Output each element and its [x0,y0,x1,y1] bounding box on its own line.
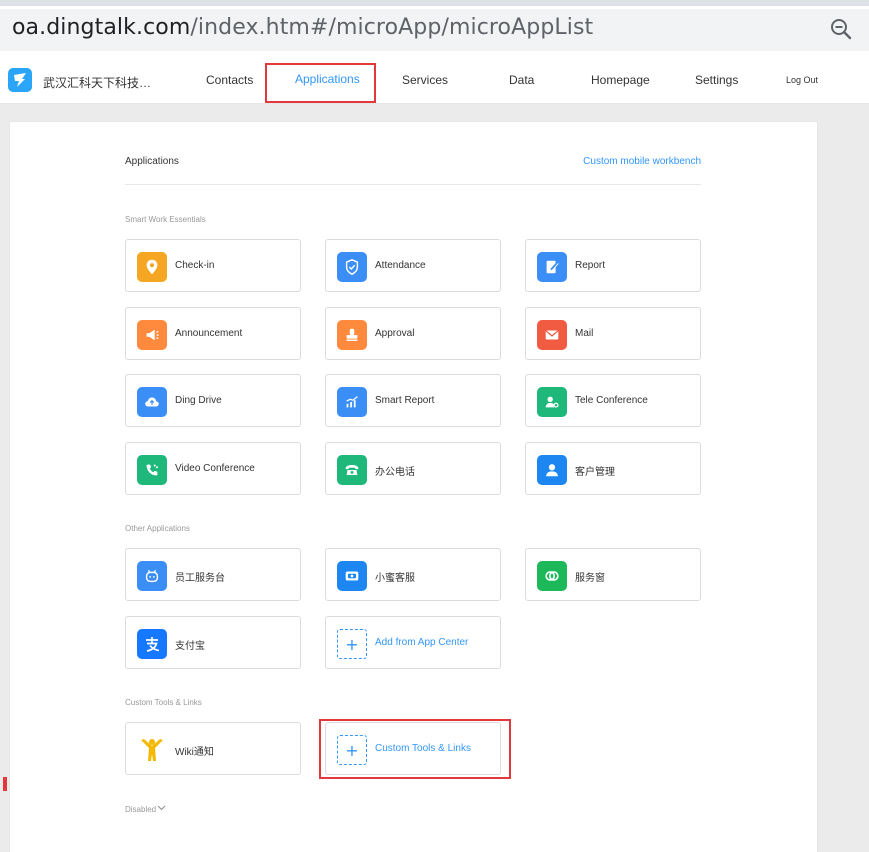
add-from-app-center-button[interactable]: + Add from App Center [325,616,501,669]
shield-check-icon [337,252,367,282]
app-card-alipay[interactable]: 支付宝 [125,616,301,669]
app-card-office-phone[interactable]: 办公电话 [325,442,501,495]
app-card-wiki-notice[interactable]: Wiki通知 [125,722,301,775]
app-label: Approval [375,328,415,339]
section-title-essentials: Smart Work Essentials [125,215,206,224]
app-navbar: 武汉汇科天下科技… Contacts Applications Services… [0,57,869,104]
report-icon [537,252,567,282]
app-label: 服务窗 [575,573,605,584]
megaphone-icon [137,320,167,350]
app-card-service-window[interactable]: 服务窗 [525,548,701,601]
highlight-box-applications [265,63,376,103]
add-from-app-center-label: Add from App Center [375,637,469,648]
mail-icon [537,320,567,350]
chart-icon [337,387,367,417]
nav-settings[interactable]: Settings [695,73,738,87]
app-label: Ding Drive [175,395,222,406]
conference-icon [537,387,567,417]
disabled-label: Disabled [125,805,157,814]
url-path: /index.htm#/microApp/microAppList [190,15,594,40]
stamp-icon [337,320,367,350]
app-label: Video Conference [175,463,255,474]
side-marker [3,777,7,791]
location-pin-icon [137,252,167,282]
app-label: 支付宝 [175,641,205,652]
app-label: 办公电话 [375,467,415,478]
browser-toolbar: oa.dingtalk.com/index.htm#/microApp/micr… [0,0,869,57]
highlight-box-custom-tools [319,719,511,779]
app-card-customer-management[interactable]: 客户管理 [525,442,701,495]
zoom-out-icon[interactable] [829,17,853,41]
app-card-report[interactable]: Report [525,239,701,292]
app-label: 员工服务台 [175,573,225,584]
section-title-custom: Custom Tools & Links [125,698,202,707]
app-card-announcement[interactable]: Announcement [125,307,301,360]
app-label: Attendance [375,260,426,271]
alipay-icon [137,629,167,659]
app-card-smart-report[interactable]: Smart Report [325,374,501,427]
divider [125,184,701,185]
app-label: Announcement [175,328,243,339]
app-label: 小蜜客服 [375,573,415,584]
tab-strip [0,0,869,6]
page-title: Applications [125,156,179,167]
nav-contacts[interactable]: Contacts [206,73,253,87]
app-label: Smart Report [375,395,435,406]
chevron-down-icon [157,805,166,811]
url-text[interactable]: oa.dingtalk.com/index.htm#/microApp/micr… [12,15,593,40]
service-icon [337,561,367,591]
url-host: oa.dingtalk.com [12,15,191,40]
nav-data[interactable]: Data [509,73,534,87]
org-name[interactable]: 武汉汇科天下科技… [43,74,151,91]
cloud-icon [137,387,167,417]
section-title-other: Other Applications [125,524,190,533]
app-card-check-in[interactable]: Check-in [125,239,301,292]
app-card-employee-service-desk[interactable]: 员工服务台 [125,548,301,601]
logout-link[interactable]: Log Out [786,75,818,85]
app-card-mail[interactable]: Mail [525,307,701,360]
app-card-approval[interactable]: Approval [325,307,501,360]
dingtalk-logo-icon[interactable] [8,68,32,92]
wiki-figure-icon [137,735,167,765]
app-label: Tele Conference [575,395,648,406]
app-label: Mail [575,328,594,339]
nav-services[interactable]: Services [402,73,448,87]
plus-icon: + [337,629,367,659]
phone-video-icon [137,455,167,485]
app-card-video-conference[interactable]: Video Conference [125,442,301,495]
telephone-icon [337,455,367,485]
app-label: Wiki通知 [175,747,214,758]
window-icon [537,561,567,591]
app-card-xiaomi-service[interactable]: 小蜜客服 [325,548,501,601]
app-label: Report [575,260,606,271]
disabled-toggle[interactable]: Disabled [125,805,166,814]
nav-homepage[interactable]: Homepage [591,73,650,87]
app-label: Check-in [175,260,215,271]
app-card-ding-drive[interactable]: Ding Drive [125,374,301,427]
robot-icon [137,561,167,591]
app-card-attendance[interactable]: Attendance [325,239,501,292]
app-card-tele-conference[interactable]: Tele Conference [525,374,701,427]
custom-mobile-workbench-link[interactable]: Custom mobile workbench [583,156,701,167]
user-icon [537,455,567,485]
app-label: 客户管理 [575,467,615,478]
